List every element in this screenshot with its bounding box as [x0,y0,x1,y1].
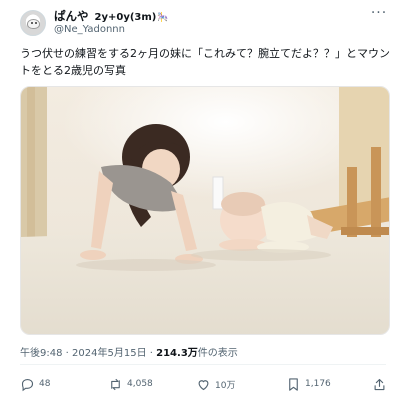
avatar-face [27,19,40,29]
tweet-date[interactable]: 2024年5月15日 [72,348,147,359]
name-row[interactable]: ぱんや 2y+0y(3m)🎠 [54,8,169,24]
retweet-count: 4,058 [127,379,153,389]
avatar-eye [31,22,33,24]
user-handle[interactable]: @Ne_Yadonnn [54,24,125,35]
reply-button[interactable]: 48 [20,374,50,394]
tweet-header: ぱんや 2y+0y(3m)🎠 @Ne_Yadonnn ··· [20,6,390,42]
heart-icon [198,379,209,390]
like-count: 10万 [215,380,236,391]
bookmark-button[interactable]: 1,176 [286,374,331,394]
meta-separator: · [149,348,153,359]
views-label: 件の表示 [197,348,238,359]
display-name[interactable]: ぱんや [54,9,89,23]
photo-illustration [21,87,389,334]
carousel-emoji: 🎠 [157,13,169,23]
tweet-time[interactable]: 午後9:48 [20,348,62,359]
retweet-icon [111,378,120,390]
divider [20,364,386,365]
meta-separator: · [65,348,69,359]
avatar[interactable] [20,10,46,36]
tweet-photo[interactable] [20,86,390,335]
share-icon [374,378,385,390]
reply-count: 48 [39,379,51,389]
like-button[interactable]: 10万 [196,374,235,394]
avatar-eye [35,22,37,24]
bio-label: 2y+0y(3m) [94,12,157,23]
share-button[interactable] [372,374,387,394]
retweet-button[interactable]: 4,058 [108,374,153,394]
bookmark-icon [289,377,298,391]
tweet-text: うつ伏せの練習をする2ヶ月の妹に「これみて？腕立てだよ？？」とマウントをとる2歳… [20,47,390,77]
bookmark-count: 1,176 [305,379,331,389]
more-dots-icon[interactable]: ··· [368,6,390,24]
views-count: 214.3万 [156,348,198,359]
tweet-meta: 午後9:48 · 2024年5月15日 · 214.3万件の表示 [20,344,238,359]
reply-icon [21,378,34,391]
action-bar: 48 4,058 10万 1,176 [20,374,390,394]
